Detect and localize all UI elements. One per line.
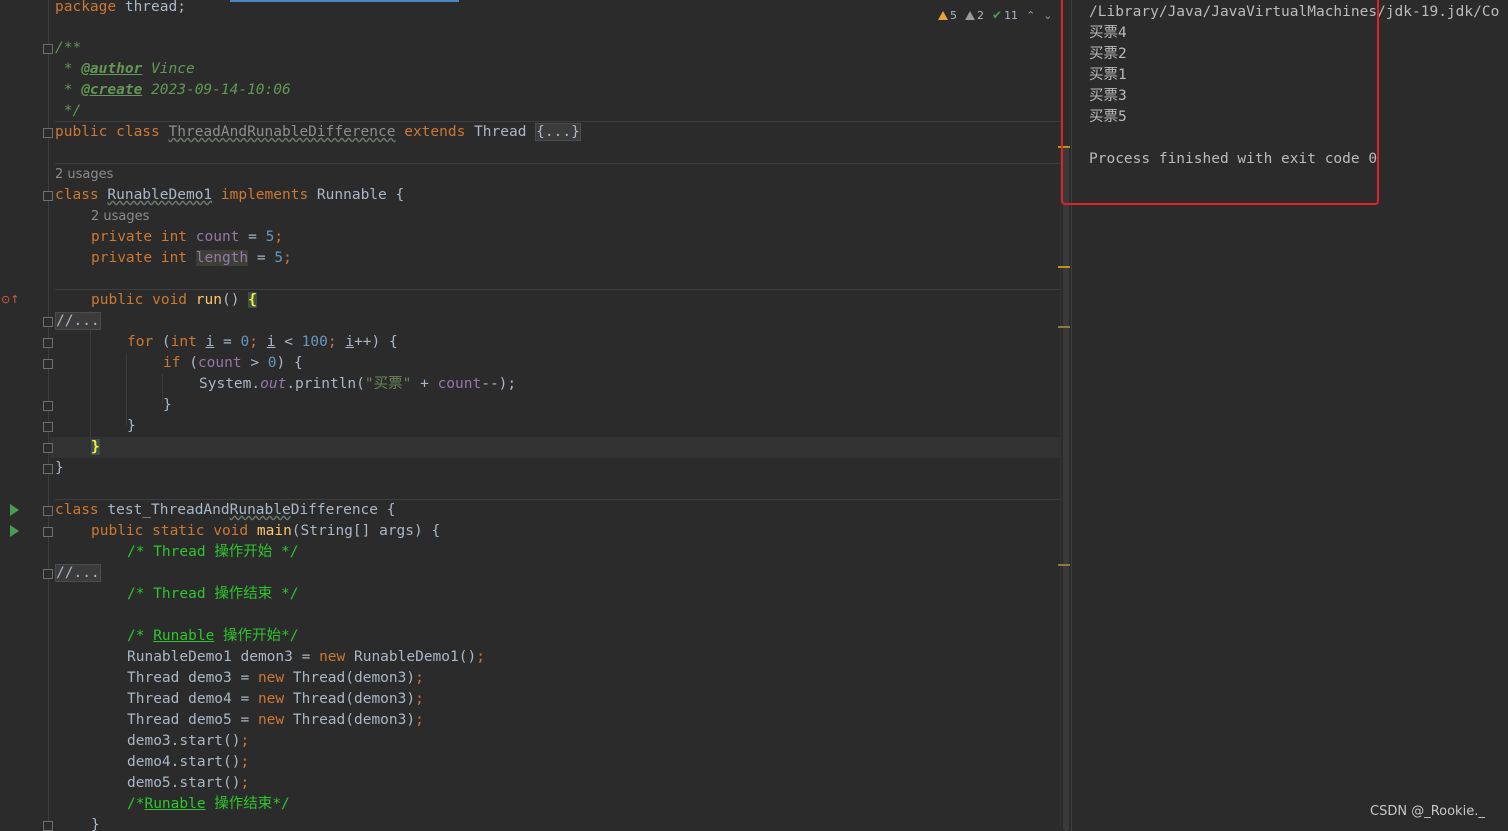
- code-line[interactable]: class RunableDemo1 implements Runnable {: [55, 185, 404, 206]
- code-line[interactable]: public static void main(String[] args) {: [91, 521, 440, 542]
- fold-toggle-icon[interactable]: [43, 359, 53, 369]
- code-line[interactable]: }: [91, 815, 100, 831]
- indent-guide: [126, 353, 127, 425]
- method-separator: [55, 163, 1070, 164]
- code-line[interactable]: System.out.println("买票" + count--);: [199, 374, 516, 395]
- code-line[interactable]: if (count > 0) {: [163, 353, 303, 374]
- run-main-icon[interactable]: [10, 525, 19, 537]
- code-line[interactable]: }: [55, 458, 64, 479]
- error-stripe-mark[interactable]: [1058, 564, 1070, 566]
- code-line[interactable]: demo4.start();: [127, 752, 249, 773]
- run-class-icon[interactable]: [10, 504, 19, 516]
- fold-toggle-icon[interactable]: [43, 443, 53, 453]
- code-line[interactable]: //...: [55, 311, 101, 332]
- warnings-count[interactable]: 5: [938, 9, 957, 22]
- error-stripe-mark[interactable]: [1058, 326, 1070, 328]
- fold-toggle-icon[interactable]: [43, 338, 53, 348]
- code-line[interactable]: RunableDemo1 demon3 = new RunableDemo1()…: [127, 647, 485, 668]
- next-highlight-button[interactable]: ⌄: [1043, 9, 1052, 22]
- code-line[interactable]: * @author Vince: [55, 59, 195, 80]
- fold-toggle-icon[interactable]: [43, 527, 53, 537]
- code-line[interactable]: }: [91, 437, 100, 458]
- fold-toggle-icon[interactable]: [43, 569, 53, 579]
- code-line[interactable]: //...: [55, 563, 101, 584]
- fold-toggle-icon[interactable]: [43, 821, 53, 831]
- code-line[interactable]: }: [163, 395, 172, 416]
- code-line[interactable]: }: [127, 416, 136, 437]
- code-line[interactable]: /*Runable 操作结束*/: [127, 794, 290, 815]
- code-line[interactable]: public void run() {: [91, 290, 257, 311]
- warning-icon: [938, 10, 948, 20]
- checkmark-icon: ✔: [992, 8, 1003, 22]
- watermark: CSDN @_Rookie._: [1370, 804, 1485, 819]
- fold-toggle-icon[interactable]: [43, 401, 53, 411]
- code-line[interactable]: demo3.start();: [127, 731, 249, 752]
- code-line[interactable]: for (int i = 0; i < 100; i++) {: [127, 332, 398, 353]
- highlight-annotation-box: [1061, 0, 1379, 205]
- code-line[interactable]: /* Runable 操作开始*/: [127, 626, 299, 647]
- current-line-highlight: [50, 437, 1070, 458]
- override-icon[interactable]: ⊙↑: [1, 293, 19, 306]
- fold-toggle-icon[interactable]: [43, 44, 53, 54]
- editor-gutter[interactable]: [0, 0, 54, 831]
- inspection-widget[interactable]: 5 2 ✔ 11 ⌃ ⌄: [938, 6, 1053, 24]
- folded-region[interactable]: //...: [55, 564, 101, 582]
- fold-toggle-icon[interactable]: [43, 317, 53, 327]
- code-line[interactable]: private int length = 5;: [91, 248, 292, 269]
- code-line[interactable]: public class ThreadAndRunableDifference …: [55, 122, 581, 143]
- code-line[interactable]: /* Thread 操作开始 */: [127, 542, 299, 563]
- code-line[interactable]: */: [55, 101, 81, 122]
- active-tab-indicator: [230, 0, 459, 2]
- scrollbar-thumb[interactable]: [1063, 145, 1069, 831]
- ok-count[interactable]: ✔ 11: [992, 8, 1018, 22]
- code-line[interactable]: class test_ThreadAndRunableDifference {: [55, 500, 395, 521]
- fold-toggle-icon[interactable]: [43, 191, 53, 201]
- code-line[interactable]: * @create 2023-09-14-10:06: [55, 80, 291, 101]
- code-line[interactable]: private int count = 5;: [91, 227, 283, 248]
- folded-region[interactable]: //...: [55, 312, 101, 330]
- fold-toggle-icon[interactable]: [43, 464, 53, 474]
- previous-highlight-button[interactable]: ⌃: [1026, 9, 1035, 22]
- code-editor[interactable]: ⊙↑ package thread; /** * @author Vince *…: [0, 0, 1070, 831]
- code-line[interactable]: demo5.start();: [127, 773, 249, 794]
- fold-toggle-icon[interactable]: [43, 128, 53, 138]
- code-line[interactable]: Thread demo4 = new Thread(demon3);: [127, 689, 424, 710]
- weak-warnings-count[interactable]: 2: [965, 9, 984, 22]
- fold-toggle-icon[interactable]: [43, 422, 53, 432]
- folded-region[interactable]: {...}: [535, 123, 581, 141]
- code-line[interactable]: Thread demo5 = new Thread(demon3);: [127, 710, 424, 731]
- usages-hint[interactable]: 2 usages: [55, 164, 113, 185]
- fold-toggle-icon[interactable]: [43, 506, 53, 516]
- code-line[interactable]: /**: [55, 38, 81, 59]
- usages-hint[interactable]: 2 usages: [91, 206, 149, 227]
- error-stripe-mark[interactable]: [1058, 266, 1070, 268]
- weak-warning-icon: [965, 10, 975, 20]
- code-line[interactable]: package thread;: [55, 0, 186, 18]
- gutter-divider: [48, 0, 49, 831]
- code-line[interactable]: /* Thread 操作结束 */: [127, 584, 299, 605]
- code-line[interactable]: Thread demo3 = new Thread(demon3);: [127, 668, 424, 689]
